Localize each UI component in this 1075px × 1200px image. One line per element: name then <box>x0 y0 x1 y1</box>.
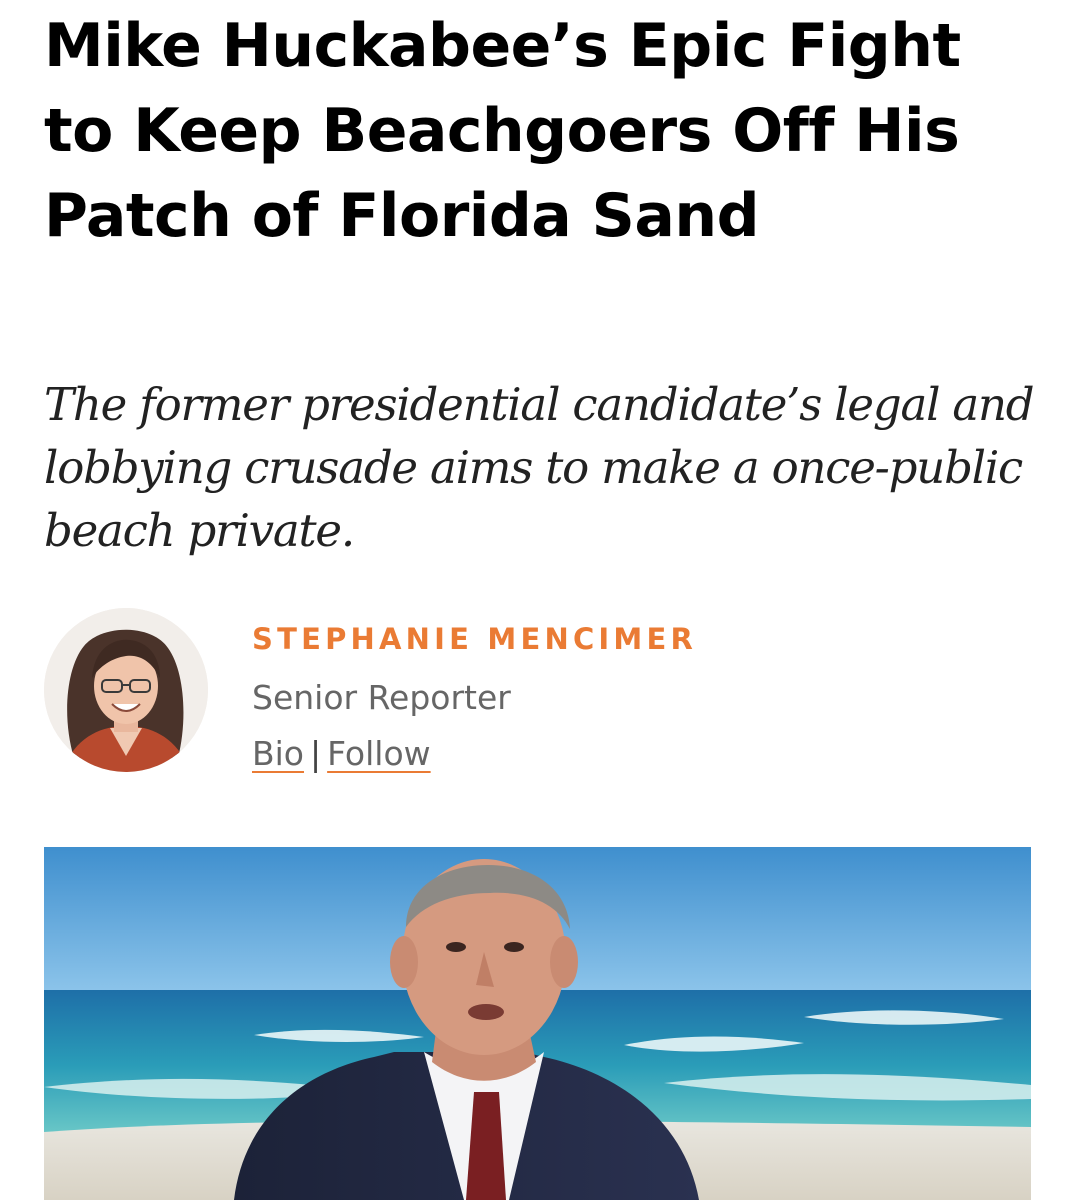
article: Mike Huckabee’s Epic Fight to Keep Beach… <box>0 0 1075 1200</box>
byline: STEPHANIE MENCIMER Senior Reporter Bio | F… <box>44 608 1034 778</box>
author-title: Senior Reporter <box>252 678 511 717</box>
article-dek: The former presidential candidate’s lega… <box>44 378 1035 557</box>
hero-photo-beach-portrait <box>44 847 1031 1200</box>
article-headline: Mike Huckabee’s Epic Fight to Keep Beach… <box>44 11 961 251</box>
author-bio-link[interactable]: Bio <box>252 734 304 773</box>
author-name-link[interactable]: STEPHANIE MENCIMER <box>252 622 697 656</box>
link-separator: | <box>310 734 322 773</box>
hero-image <box>44 847 1031 1200</box>
author-avatar-photo <box>44 608 208 772</box>
author-follow-link[interactable]: Follow <box>327 734 431 773</box>
author-links: Bio | Follow <box>252 734 431 773</box>
author-avatar[interactable] <box>44 608 208 772</box>
